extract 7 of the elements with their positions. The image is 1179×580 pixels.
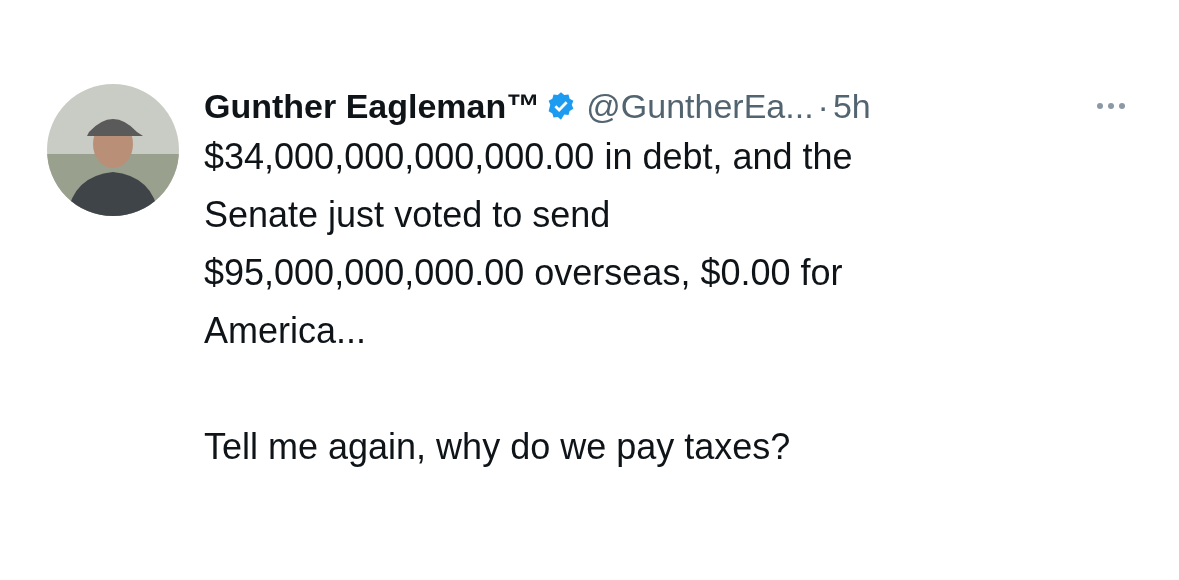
author-name[interactable]: Gunther Eagleman™ bbox=[204, 89, 541, 123]
author-handle[interactable]: @GuntherEa... bbox=[586, 89, 814, 123]
more-options-icon[interactable] bbox=[1096, 102, 1126, 110]
separator-dot: · bbox=[817, 89, 829, 123]
tweet-text: Tell me again, why do we pay taxes? bbox=[204, 425, 792, 469]
post-time[interactable]: 5h bbox=[832, 89, 871, 123]
tweet-text: $34,000,000,000,000.00 in debt, and the Senate just voted to send $95,000,000,000.00 overseas, $0.00 for America... bbox=[204, 135, 854, 353]
